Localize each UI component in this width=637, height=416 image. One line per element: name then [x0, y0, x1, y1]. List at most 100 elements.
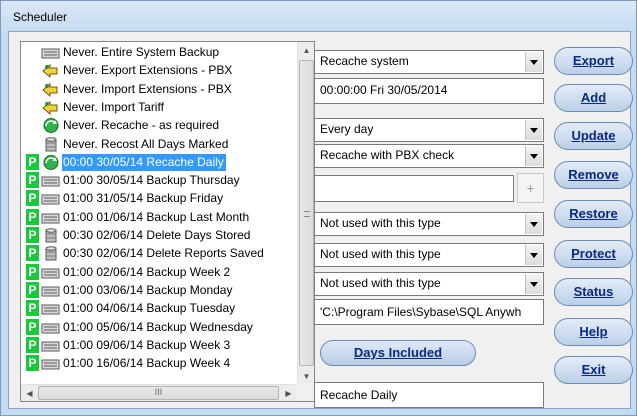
help-label: Help — [579, 324, 608, 339]
window-title: Scheduler — [13, 10, 68, 24]
exit-button[interactable]: Exit — [554, 356, 633, 384]
schedule-list[interactable]: Never. Entire System Backup Never. Export… — [20, 41, 315, 402]
list-item-label: 01:00 09/06/14 Backup Week 3 — [63, 337, 231, 352]
list-item[interactable]: Never. Import Tariff — [21, 99, 297, 116]
database-icon — [41, 136, 61, 152]
title-bar: Scheduler — [1, 1, 636, 31]
list-item[interactable]: P 01:00 03/06/14 Backup Monday — [21, 281, 297, 299]
scroll-right-icon[interactable]: ▶ — [280, 385, 297, 401]
protected-badge: P — [26, 281, 39, 298]
restore-button[interactable]: Restore — [554, 200, 633, 228]
days-included-label: Days Included — [353, 345, 443, 360]
task-type-select[interactable]: Recache system — [314, 50, 544, 74]
horizontal-scroll-thumb[interactable]: III — [38, 386, 279, 400]
option-select[interactable]: Recache with PBX check — [314, 144, 544, 168]
scroll-corner — [296, 383, 314, 401]
restore-label: Restore — [569, 206, 618, 221]
protected-badge: P — [26, 172, 39, 189]
remove-label: Remove — [568, 167, 619, 182]
add-label: Add — [580, 90, 607, 105]
chevron-down-icon[interactable] — [525, 120, 542, 140]
list-item[interactable]: P 01:00 16/06/14 Backup Week 4 — [21, 355, 297, 372]
list-item-label: 00:00 30/05/14 Recache Daily — [62, 153, 226, 171]
list-item[interactable]: P 01:00 02/06/14 Backup Week 2 — [21, 263, 297, 281]
protected-badge: P — [26, 355, 39, 372]
export-label: Export — [572, 53, 615, 68]
list-item[interactable]: Never. Recost All Days Marked — [21, 136, 297, 153]
protected-badge: P — [26, 153, 39, 170]
add-button[interactable]: Add — [554, 84, 633, 112]
list-item-label: 01:00 02/06/14 Backup Week 2 — [63, 264, 231, 279]
param3-select[interactable]: Not used with this type — [314, 272, 544, 296]
param2-select[interactable]: Not used with this type — [314, 243, 544, 267]
list-item[interactable]: P 00:00 30/05/14 Recache Daily — [21, 153, 297, 171]
schedule-list-rows: Never. Entire System Backup Never. Export… — [21, 42, 297, 385]
list-item[interactable]: P 00:30 02/06/14 Delete Reports Saved — [21, 245, 297, 262]
database-icon — [41, 228, 61, 243]
chevron-down-icon[interactable] — [525, 52, 542, 72]
keyboard-icon — [41, 191, 61, 206]
keyboard-icon — [41, 283, 61, 298]
list-item-label: 01:00 30/05/14 Backup Thursday — [63, 173, 240, 188]
task-name-value: Recache Daily — [320, 388, 398, 402]
list-item[interactable]: Never. Export Extensions - PBX — [21, 62, 297, 79]
protected-badge: P — [26, 300, 39, 317]
param1-select[interactable]: Not used with this type — [314, 212, 544, 236]
chevron-down-icon[interactable] — [525, 146, 542, 166]
plus-icon: + — [526, 180, 535, 196]
refresh-icon — [41, 154, 61, 170]
chevron-down-icon[interactable] — [525, 214, 542, 234]
help-button[interactable]: Help — [554, 318, 633, 346]
list-item-label: 01:00 31/05/14 Backup Friday — [63, 191, 224, 206]
list-item[interactable]: Never. Import Extensions - PBX — [21, 81, 297, 98]
list-item[interactable]: Never. Recache - as required — [21, 117, 297, 134]
protected-badge: P — [26, 263, 39, 280]
path-field[interactable]: 'C:\Program Files\Sybase\SQL Anywh — [314, 299, 544, 325]
chevron-down-icon[interactable] — [525, 245, 542, 265]
list-item-label: Never. Export Extensions - PBX — [63, 63, 233, 78]
protected-badge: P — [26, 245, 39, 262]
status-button[interactable]: Status — [554, 278, 633, 306]
frequency-select[interactable]: Every day — [314, 118, 544, 142]
list-item[interactable]: P 01:00 31/05/14 Backup Friday — [21, 190, 297, 207]
next-run-value: 00:00:00 Fri 30/05/2014 — [320, 83, 448, 97]
protected-badge: P — [26, 336, 39, 353]
export-button[interactable]: Export — [554, 47, 633, 75]
scroll-left-icon[interactable]: ◀ — [21, 385, 38, 401]
list-item[interactable]: P 01:00 04/06/14 Backup Tuesday — [21, 300, 297, 317]
arrows-icon — [41, 82, 61, 97]
horizontal-scrollbar[interactable]: ◀ III ▶ — [21, 384, 297, 401]
protect-button[interactable]: Protect — [554, 240, 633, 268]
list-item-label: Never. Recache - as required — [63, 118, 220, 133]
list-item[interactable]: P 01:00 09/06/14 Backup Week 3 — [21, 336, 297, 354]
scroll-up-icon[interactable]: ▲ — [298, 42, 314, 59]
add-value-button[interactable]: + — [517, 173, 544, 203]
keyboard-icon — [41, 338, 61, 353]
protected-badge: P — [26, 190, 39, 207]
list-item-label: 01:00 04/06/14 Backup Tuesday — [63, 301, 236, 316]
update-label: Update — [571, 128, 616, 143]
next-run-field[interactable]: 00:00:00 Fri 30/05/2014 — [314, 78, 544, 104]
vertical-scrollbar[interactable]: ▲ ▼ — [297, 42, 314, 385]
arrows-icon — [41, 100, 61, 115]
vertical-scroll-thumb[interactable] — [299, 60, 314, 366]
extra-value-field[interactable] — [314, 175, 514, 202]
days-included-button[interactable]: Days Included — [320, 340, 476, 366]
list-item-label: 01:00 03/06/14 Backup Monday — [63, 282, 233, 297]
update-button[interactable]: Update — [554, 122, 633, 150]
list-item[interactable]: Never. Entire System Backup — [21, 44, 297, 61]
list-item[interactable]: P 01:00 01/06/14 Backup Last Month — [21, 208, 297, 226]
list-item-label: 00:30 02/06/14 Delete Reports Saved — [63, 246, 264, 261]
list-item-label: 00:30 02/06/14 Delete Days Stored — [63, 228, 251, 242]
protected-badge: P — [26, 227, 39, 243]
protect-label: Protect — [571, 246, 616, 261]
list-item[interactable]: P 01:00 30/05/14 Backup Thursday — [21, 172, 297, 189]
list-item-label: Never. Entire System Backup — [63, 45, 220, 59]
chevron-down-icon[interactable] — [525, 274, 542, 294]
list-item-label: 01:00 16/06/14 Backup Week 4 — [63, 356, 231, 371]
keyboard-icon — [41, 265, 61, 280]
remove-button[interactable]: Remove — [554, 161, 633, 189]
list-item[interactable]: P 00:30 02/06/14 Delete Days Stored — [21, 227, 297, 244]
list-item[interactable]: P 01:00 05/06/14 Backup Wednesday — [21, 318, 297, 336]
task-name-field[interactable]: Recache Daily — [314, 382, 544, 408]
